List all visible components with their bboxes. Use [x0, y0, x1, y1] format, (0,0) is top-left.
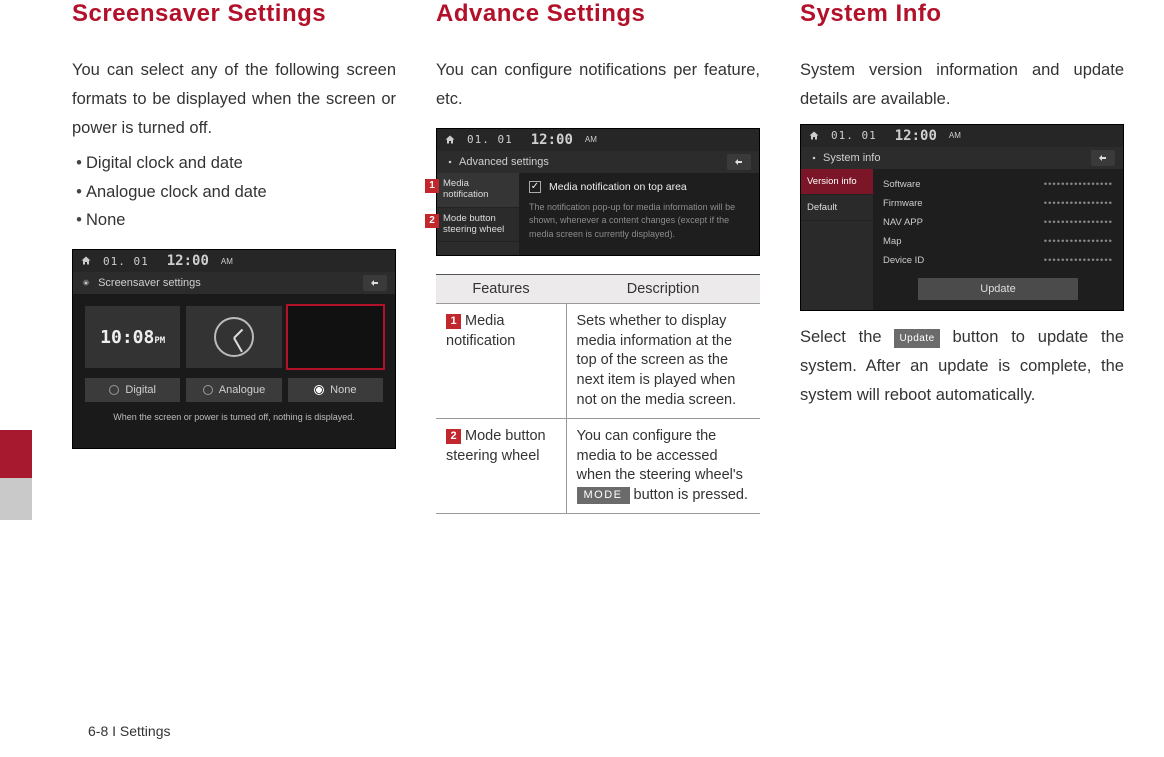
option-none: [288, 306, 383, 368]
gear-icon: [809, 153, 819, 163]
features-table: Features Description 1Media notification…: [436, 274, 760, 514]
back-button: [363, 275, 387, 291]
bullet: Digital clock and date: [86, 149, 243, 178]
status-date: 01. 01: [103, 255, 149, 268]
radio-none: None: [288, 378, 383, 402]
side-item-media-notification: 1 Media notification: [437, 173, 519, 208]
back-button: [727, 154, 751, 170]
screensaver-footnote: When the screen or power is turned off, …: [85, 402, 383, 436]
mode-chip: MODE: [577, 487, 630, 504]
side-item-mode-button: 2 Mode button steering wheel: [437, 208, 519, 243]
advance-screenshot: 01. 01 12:00AM Advanced settings 1 Me: [436, 128, 760, 257]
option-analogue: [186, 306, 281, 368]
screensaver-intro: You can select any of the following scre…: [72, 56, 396, 143]
page-footer: 6-8 I Settings: [72, 705, 1124, 757]
callout-2: 2: [425, 214, 439, 228]
table-row: 2Mode button steering wheel You can conf…: [436, 419, 760, 514]
row-deviceid: Device ID••••••••••••••••: [883, 251, 1113, 270]
status-time: 12:00: [167, 253, 209, 269]
side-item-version-info: Version info: [801, 169, 873, 195]
section-screensaver: Screensaver Settings You can select any …: [72, 0, 396, 705]
home-icon: [79, 255, 93, 267]
home-icon: [443, 134, 457, 146]
gear-icon: [445, 157, 455, 167]
system-info-intro: System version information and update de…: [800, 56, 1124, 114]
screensaver-screenshot: 01. 01 12:00AM Screensaver settings: [72, 249, 396, 449]
screen-title: System info: [809, 152, 880, 164]
row-navapp: NAV APP••••••••••••••••: [883, 213, 1113, 232]
section-system-info: System Info System version information a…: [800, 0, 1124, 705]
badge-1: 1: [446, 314, 461, 329]
check-icon: ✓: [529, 181, 541, 193]
radio-analogue: Analogue: [186, 378, 281, 402]
update-chip: Update: [894, 329, 939, 349]
side-item-default: Default: [801, 195, 873, 221]
heading-system-info: System Info: [800, 0, 1124, 28]
row-firmware: Firmware••••••••••••••••: [883, 194, 1113, 213]
screensaver-bullets: •Digital clock and date •Analogue clock …: [72, 149, 396, 236]
media-notification-desc: The notification pop-up for media inform…: [529, 201, 749, 242]
bullet: Analogue clock and date: [86, 178, 267, 207]
section-advance: Advance Settings You can configure notif…: [436, 0, 760, 705]
option-digital: 10:08PM: [85, 306, 180, 368]
system-info-screenshot: 01. 01 12:00AM System info Version info …: [800, 124, 1124, 311]
badge-2: 2: [446, 429, 461, 444]
system-info-after: Select the Update button to update the s…: [800, 323, 1124, 410]
checkbox-media-notification: ✓ Media notification on top area: [529, 181, 749, 193]
screen-title: Advanced settings: [445, 156, 549, 168]
update-button: Update: [918, 278, 1078, 300]
th-description: Description: [566, 275, 760, 304]
radio-digital: Digital: [85, 378, 180, 402]
row-map: Map••••••••••••••••: [883, 232, 1113, 251]
back-button: [1091, 150, 1115, 166]
bullet: None: [86, 206, 125, 235]
table-row: 1Media notification Sets whether to disp…: [436, 304, 760, 419]
heading-screensaver: Screensaver Settings: [72, 0, 396, 28]
callout-1: 1: [425, 179, 439, 193]
th-features: Features: [436, 275, 566, 304]
gear-icon: [81, 278, 91, 288]
row-software: Software••••••••••••••••: [883, 175, 1113, 194]
heading-advance: Advance Settings: [436, 0, 760, 28]
advance-intro: You can configure notifications per feat…: [436, 56, 760, 114]
home-icon: [807, 130, 821, 142]
screen-title: Screensaver settings: [81, 277, 201, 289]
page-side-tab: [0, 0, 32, 757]
